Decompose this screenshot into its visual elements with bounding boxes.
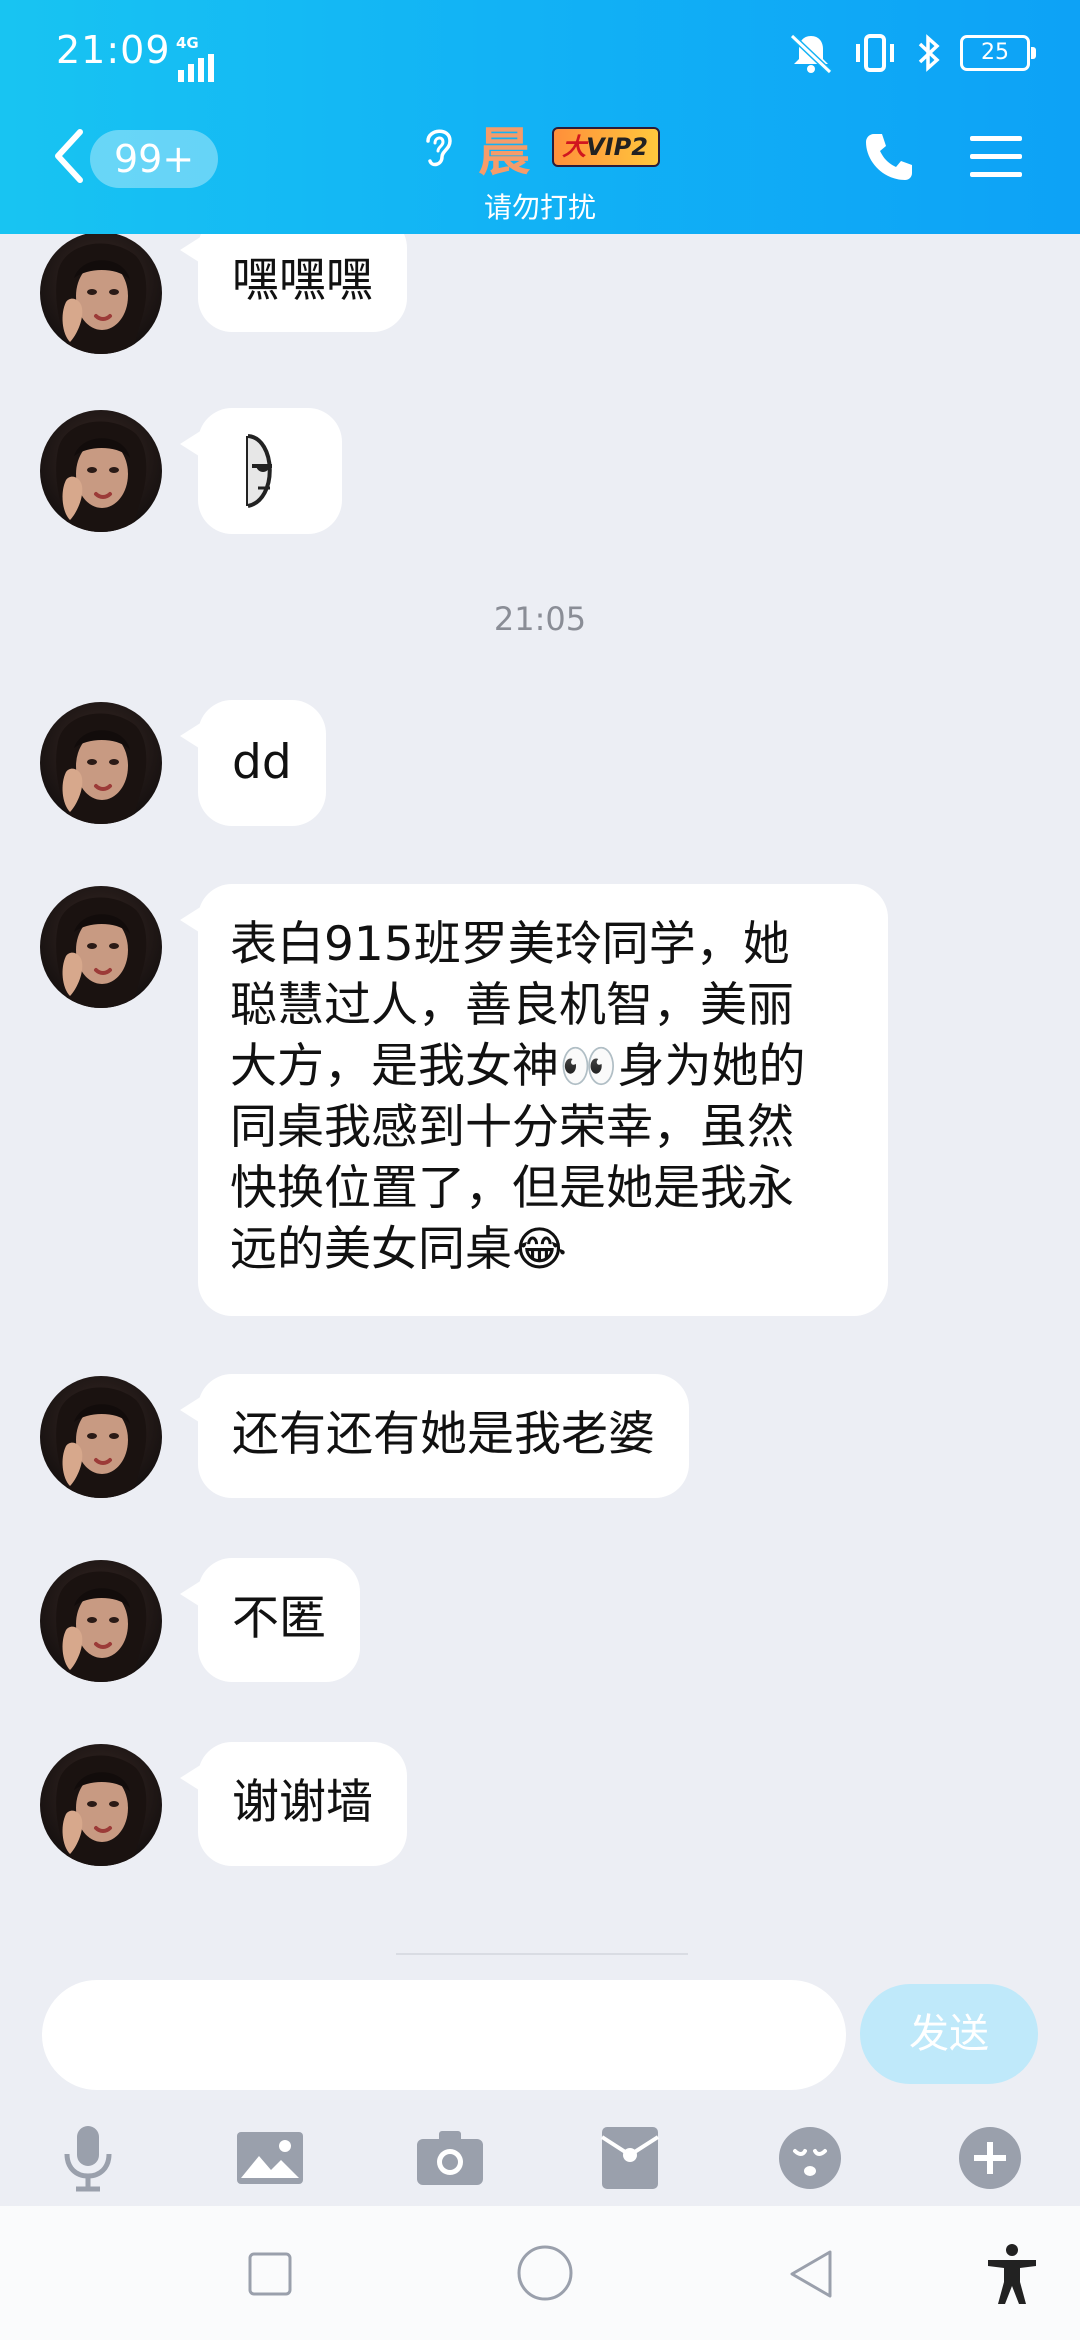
- ear-icon: [426, 129, 452, 167]
- phone-call-icon[interactable]: [860, 128, 918, 186]
- message-line: 表白915班罗美玲同学，她: [230, 917, 790, 972]
- send-button[interactable]: 发送: [860, 1984, 1038, 2084]
- plus-button[interactable]: [950, 2118, 1030, 2198]
- image-icon: [237, 2132, 303, 2184]
- home-circle-icon[interactable]: [510, 2238, 580, 2308]
- sticker-bubble[interactable]: [180, 408, 342, 534]
- message-bubble[interactable]: 表白915班罗美玲同学，她 聪慧过人，善良机智，美丽 大方，是我女神👀身为她的 …: [180, 884, 888, 1316]
- message-text: 还有还有她是我老婆: [232, 1407, 655, 1462]
- message-line: 同桌我感到十分荣幸，虽然: [230, 1100, 794, 1155]
- message-bubble[interactable]: 谢谢墙: [180, 1742, 407, 1866]
- camera-icon: [417, 2131, 483, 2185]
- message-line: 大方，是我女神👀身为她的: [230, 1039, 806, 1094]
- message-input[interactable]: [42, 1980, 846, 2090]
- red-packet-icon: [600, 2127, 660, 2189]
- contact-avatar[interactable]: [40, 1744, 162, 1866]
- message-bubble[interactable]: 还有还有她是我老婆: [180, 1374, 689, 1498]
- message-line: 快换位置了，但是她是我永: [230, 1161, 794, 1216]
- contact-name[interactable]: 晨: [478, 110, 530, 185]
- message-text: 嘿嘿嘿: [232, 253, 373, 308]
- composer: 发送: [0, 1974, 1080, 2204]
- message-line: 聪慧过人，善良机智，美丽: [230, 978, 794, 1033]
- plus-icon: [959, 2127, 1021, 2189]
- message-bubble[interactable]: 嘿嘿嘿: [180, 234, 407, 332]
- contact-avatar[interactable]: [40, 410, 162, 532]
- divider: [396, 1953, 688, 1955]
- message-bubble[interactable]: 不匿: [180, 1558, 360, 1682]
- message-timestamp: 21:05: [493, 600, 587, 638]
- battery-indicator: 25: [960, 35, 1036, 71]
- chat-header: 99+ 晨 大VIP2 请勿打扰: [0, 100, 1080, 234]
- emoji-icon: [779, 2127, 841, 2189]
- camera-button[interactable]: [410, 2118, 490, 2198]
- half-face-sticker-icon: [246, 434, 272, 508]
- contact-avatar[interactable]: [40, 1560, 162, 1682]
- emoji-button[interactable]: [770, 2118, 850, 2198]
- status-bar: 21:09 4G 25: [0, 0, 1080, 100]
- message-text: dd: [232, 735, 292, 790]
- vibrate-icon: [856, 34, 894, 72]
- recents-square-icon[interactable]: [240, 2244, 300, 2304]
- network-type: 4G: [176, 34, 199, 52]
- contact-avatar[interactable]: [40, 886, 162, 1008]
- menu-icon[interactable]: [968, 134, 1024, 180]
- do-not-disturb-status: 请勿打扰: [483, 191, 596, 224]
- chat-title: 晨 大VIP2 请勿打扰: [0, 112, 1080, 226]
- status-icons: 25: [788, 30, 1036, 76]
- vip-badge: 大VIP2: [552, 127, 660, 167]
- signal-icon: [178, 54, 214, 82]
- vip-label: VIP2: [586, 133, 648, 161]
- accessibility-icon[interactable]: [982, 2242, 1042, 2306]
- red-packet-button[interactable]: [590, 2118, 670, 2198]
- contact-avatar[interactable]: [40, 1376, 162, 1498]
- microphone-button[interactable]: [48, 2118, 128, 2198]
- system-navigation-bar: [0, 2206, 1080, 2340]
- microphone-icon: [64, 2126, 112, 2192]
- bluetooth-icon: [918, 34, 940, 72]
- top-bar: 21:09 4G 25 99+ 晨 大VIP2 请勿打扰: [0, 0, 1080, 234]
- status-time: 21:09: [56, 28, 171, 72]
- mute-bell-icon: [789, 33, 833, 74]
- message-line: 远的美女同桌😂: [230, 1222, 567, 1277]
- network-indicator: 4G: [176, 34, 220, 82]
- message-bubble[interactable]: dd: [180, 700, 326, 826]
- contact-avatar[interactable]: [40, 702, 162, 824]
- message-text: 不匿: [232, 1591, 326, 1646]
- title-row: 晨 大VIP2: [420, 110, 660, 185]
- vip-prefix: 大: [562, 133, 587, 161]
- contact-avatar[interactable]: [40, 234, 162, 354]
- composer-toolbar: [0, 2118, 1080, 2204]
- message-list[interactable]: 嘿嘿嘿 21:05 dd 表白915班罗美玲同学，她 聪慧过人，善良机智，美丽 …: [0, 234, 1080, 1974]
- back-triangle-icon[interactable]: [780, 2244, 840, 2304]
- image-button[interactable]: [230, 2118, 310, 2198]
- message-text: 谢谢墙: [232, 1775, 373, 1830]
